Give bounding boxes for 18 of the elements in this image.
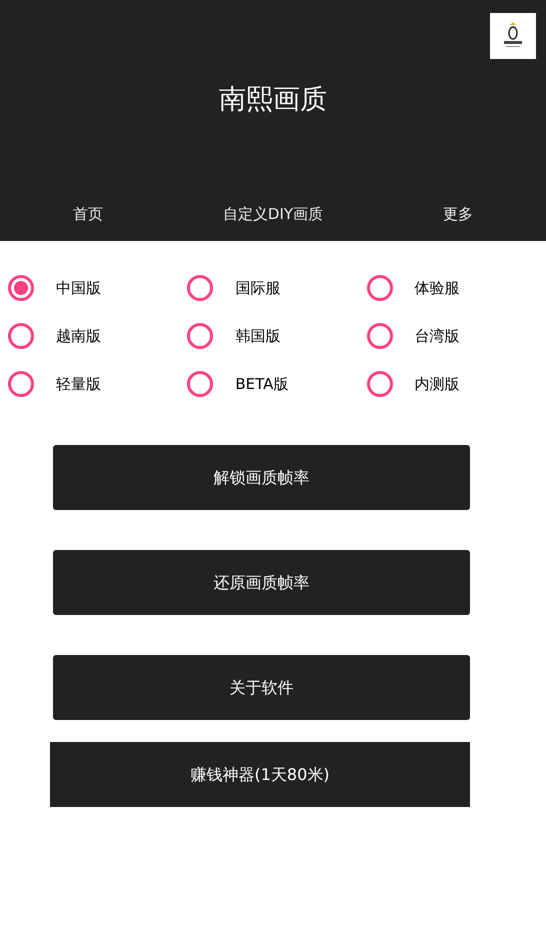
action-button[interactable]: 关于软件 [53, 655, 470, 720]
version-radio[interactable]: 轻量版 [8, 371, 158, 397]
action-button[interactable]: 解锁画质帧率 [53, 445, 470, 510]
version-radio[interactable]: 越南版 [8, 323, 158, 349]
version-radio[interactable]: BETA版 [187, 371, 338, 397]
version-radio[interactable]: 中国版 [8, 275, 158, 301]
action-button[interactable]: 还原画质帧率 [53, 550, 470, 615]
version-radio[interactable]: 体验服 [366, 275, 517, 301]
nav-tab[interactable]: 自定义DIY画质 [176, 202, 370, 226]
version-radio[interactable]: 韩国版 [187, 323, 338, 349]
nav-tab[interactable]: 更多 [370, 202, 546, 226]
app-title: 南熙画质 [219, 83, 327, 118]
logo-icon [490, 13, 536, 59]
version-radio[interactable]: 台湾版 [366, 323, 517, 349]
nav-tab[interactable]: 首页 [0, 202, 176, 226]
action-button[interactable]: 赚钱神器(1天80米) [50, 742, 470, 807]
version-radio[interactable]: 国际服 [187, 275, 338, 301]
version-radio[interactable]: 内测版 [366, 371, 517, 397]
